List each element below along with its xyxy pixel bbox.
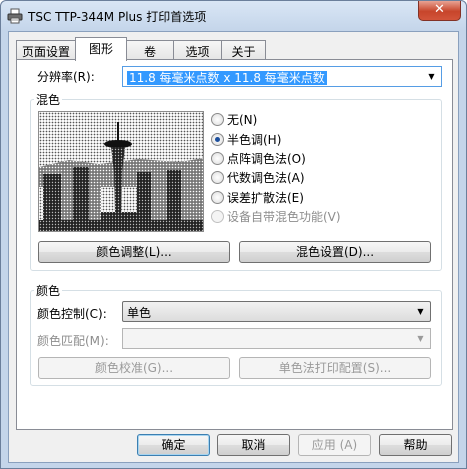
tab-roll[interactable]: 卷 bbox=[126, 40, 174, 59]
dither-option-error-diffusion[interactable]: 误差扩散法(E) bbox=[211, 189, 304, 205]
option-label: 无(N) bbox=[227, 113, 258, 127]
city-skyline-preview bbox=[39, 112, 203, 231]
tab-label: 图形 bbox=[88, 42, 113, 56]
button-label: 应用 (A) bbox=[311, 438, 358, 452]
option-label: 误差扩散法(E) bbox=[227, 191, 304, 205]
color-calibrate-button: 颜色校准(G)... bbox=[38, 357, 230, 379]
tab-label: 选项 bbox=[185, 45, 210, 59]
tab-options[interactable]: 选项 bbox=[173, 40, 222, 59]
radio-button-checked[interactable] bbox=[211, 133, 224, 146]
resolution-dropdown[interactable]: 11.8 每毫米点数 x 11.8 每毫米点数 ▼ bbox=[122, 66, 442, 87]
dialog-window: TSC TTP-344M Plus 打印首选项 ✕ 页面设置 图形 卷 选项 关… bbox=[0, 0, 467, 469]
tab-label: 卷 bbox=[143, 45, 156, 59]
tab-about[interactable]: 关于 bbox=[221, 40, 266, 59]
chevron-down-icon: ▼ bbox=[417, 307, 424, 316]
color-match-label: 颜色匹配(M): bbox=[37, 334, 109, 348]
option-label: 设备自带混色功能(V) bbox=[227, 210, 341, 224]
title-bar[interactable]: TSC TTP-344M Plus 打印首选项 ✕ bbox=[1, 1, 466, 31]
tab-page-setup[interactable]: 页面设置 bbox=[16, 40, 76, 59]
tab-label: 关于 bbox=[231, 45, 256, 59]
option-label: 半色调(H) bbox=[227, 133, 282, 147]
option-label: 代数调色法(A) bbox=[227, 171, 305, 185]
chevron-down-icon: ▼ bbox=[428, 72, 435, 81]
dither-option-ordered[interactable]: 点阵调色法(O) bbox=[211, 150, 306, 166]
dither-preview-image bbox=[38, 111, 204, 232]
resolution-value: 11.8 每毫米点数 x 11.8 每毫米点数 bbox=[127, 71, 327, 85]
printer-icon bbox=[7, 8, 23, 24]
apply-button: 应用 (A) bbox=[298, 434, 371, 456]
color-control-dropdown[interactable]: 单色 ▼ bbox=[122, 301, 431, 322]
button-label: 混色设置(D)... bbox=[295, 245, 375, 259]
color-group-title: 颜色 bbox=[34, 282, 63, 299]
dither-group-title: 混色 bbox=[34, 91, 63, 108]
resolution-label: 分辨率(R): bbox=[37, 70, 95, 84]
chevron-down-icon: ▼ bbox=[417, 334, 424, 343]
radio-button[interactable] bbox=[211, 113, 224, 126]
radio-button-disabled bbox=[211, 210, 224, 223]
close-button[interactable]: ✕ bbox=[418, 1, 461, 21]
button-label: 颜色校准(G)... bbox=[94, 361, 174, 375]
color-control-label: 颜色控制(C): bbox=[37, 307, 107, 321]
dither-settings-button[interactable]: 混色设置(D)... bbox=[239, 241, 431, 263]
radio-button[interactable] bbox=[211, 191, 224, 204]
color-match-dropdown: ▼ bbox=[122, 328, 431, 349]
radio-button[interactable] bbox=[211, 171, 224, 184]
help-button[interactable]: 帮助 bbox=[379, 434, 452, 456]
color-adjust-button[interactable]: 颜色调整(L)... bbox=[38, 241, 230, 263]
button-label: 单色法打印配置(S)... bbox=[278, 361, 392, 375]
dither-option-device: 设备自带混色功能(V) bbox=[211, 208, 341, 224]
window-title: TSC TTP-344M Plus 打印首选项 bbox=[28, 10, 207, 24]
close-icon: ✕ bbox=[434, 2, 445, 17]
button-label: 帮助 bbox=[403, 438, 428, 452]
dither-option-algebraic[interactable]: 代数调色法(A) bbox=[211, 169, 305, 185]
ok-button[interactable]: 确定 bbox=[137, 434, 210, 456]
option-label: 点阵调色法(O) bbox=[227, 152, 306, 166]
tab-graphics[interactable]: 图形 bbox=[75, 37, 127, 61]
dither-option-none[interactable]: 无(N) bbox=[211, 111, 257, 127]
radio-button[interactable] bbox=[211, 152, 224, 165]
dither-option-halftone[interactable]: 半色调(H) bbox=[211, 131, 281, 147]
button-label: 确定 bbox=[161, 438, 186, 452]
monochrome-print-config-button: 单色法打印配置(S)... bbox=[239, 357, 431, 379]
button-label: 取消 bbox=[241, 438, 266, 452]
tab-label: 页面设置 bbox=[21, 45, 70, 59]
color-control-value: 单色 bbox=[127, 306, 152, 320]
cancel-button[interactable]: 取消 bbox=[217, 434, 290, 456]
button-label: 颜色调整(L)... bbox=[96, 245, 172, 259]
